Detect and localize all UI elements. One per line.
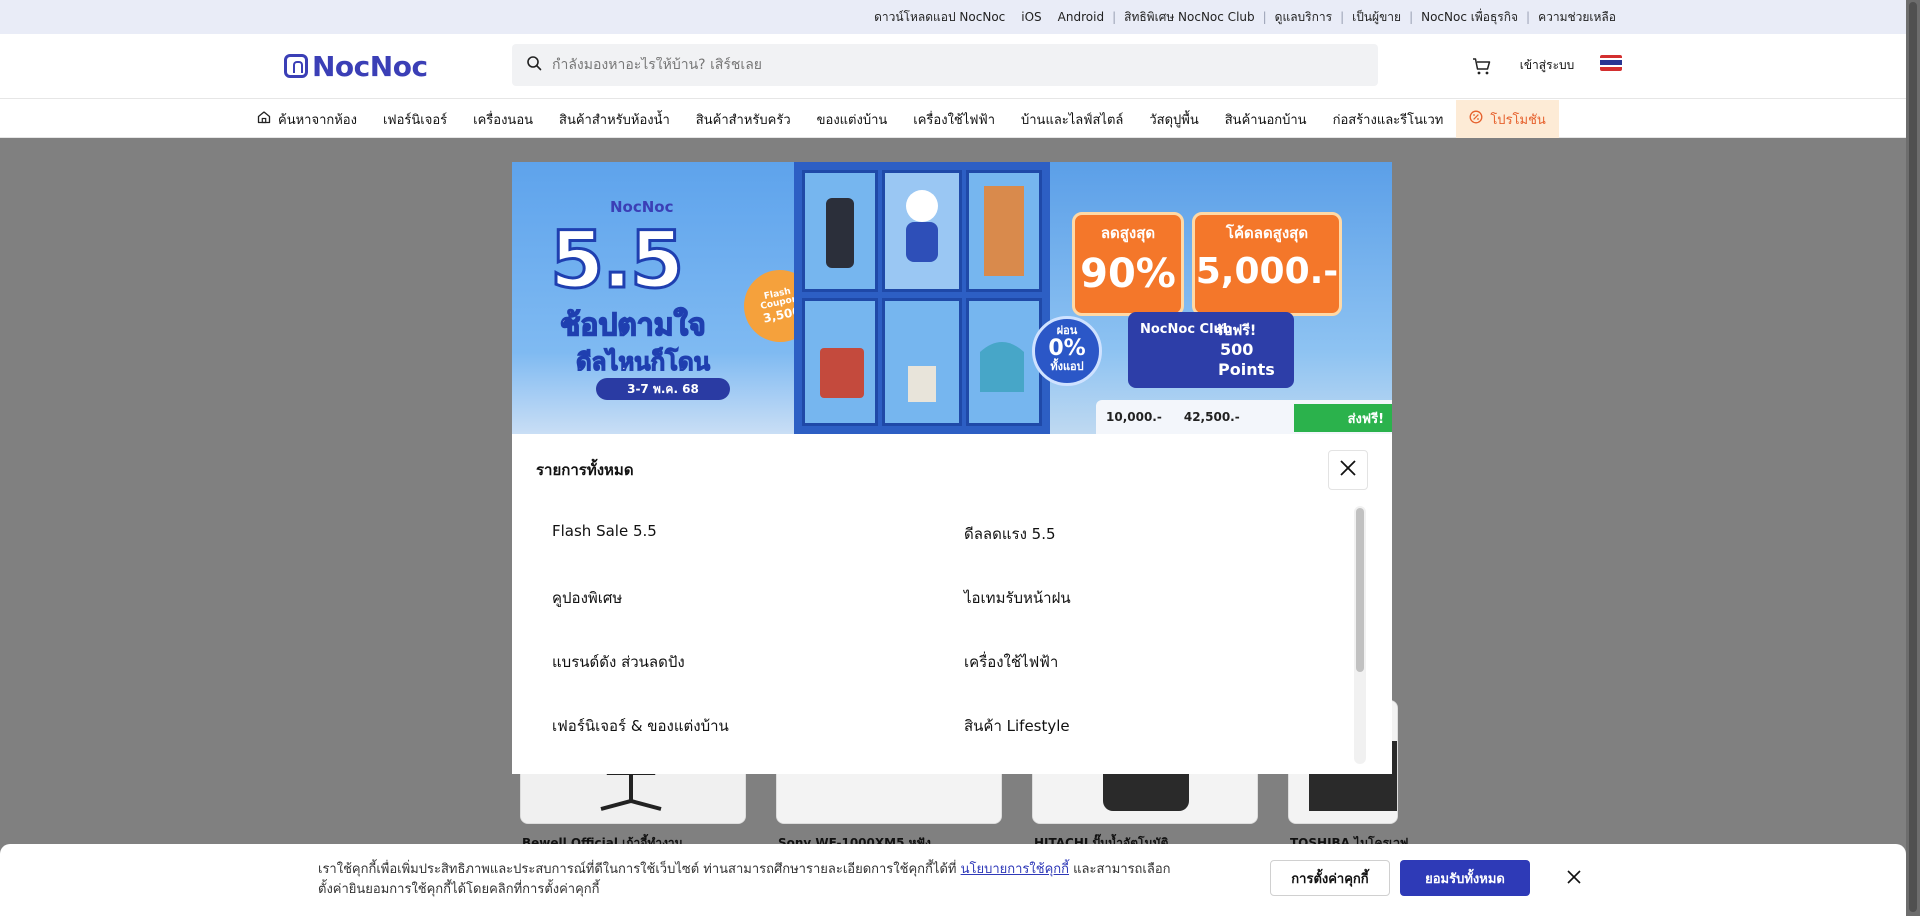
category-home-lifestyle[interactable]: บ้านและไลฟ์สไตล์ bbox=[1008, 100, 1136, 138]
category-nav: ค้นหาจากห้อง เฟอร์นิเจอร์ เครื่องนอน สิน… bbox=[0, 98, 1920, 138]
modal-title: รายการทั้งหมด bbox=[536, 461, 634, 479]
accept-all-cookies-button[interactable]: ยอมรับทั้งหมด bbox=[1400, 860, 1530, 896]
category-outdoor[interactable]: สินค้านอกบ้าน bbox=[1212, 100, 1320, 138]
search-icon[interactable] bbox=[526, 55, 542, 75]
cookie-consent-bar: เราใช้คุกกี้เพื่อเพิ่มประสิทธิภาพและประส… bbox=[0, 844, 1906, 916]
page-scrollbar[interactable] bbox=[1906, 0, 1920, 916]
help-link[interactable]: ความช่วยเหลือ bbox=[1530, 8, 1624, 27]
logo-text: NocNoc bbox=[312, 49, 428, 83]
promo-banner[interactable]: NocNoc 5.5 ช้อปตามใจ ดีลไหนก็โดน 3-7 พ.ค… bbox=[512, 162, 1392, 434]
club-badge: NocNoc Club รับฟรี! 500 Points bbox=[1128, 312, 1294, 388]
search-bar[interactable] bbox=[512, 44, 1378, 86]
category-construction[interactable]: ก่อสร้างและรีโนเวท bbox=[1320, 100, 1457, 138]
thai-flag-icon[interactable] bbox=[1600, 55, 1622, 71]
service-link[interactable]: ดูแลบริการ bbox=[1267, 8, 1340, 27]
free-shipping-badge: ส่งฟรี! bbox=[1294, 404, 1392, 432]
cart-icon[interactable] bbox=[1470, 54, 1494, 78]
cookie-settings-button[interactable]: การตั้งค่าคุกกี้ bbox=[1270, 860, 1390, 896]
cookie-policy-link[interactable]: นโยบายการใช้คุกกี้ bbox=[961, 862, 1069, 877]
banner-product-shelf bbox=[794, 162, 1050, 434]
promotion-icon bbox=[1469, 110, 1483, 128]
close-modal-button[interactable] bbox=[1328, 450, 1368, 490]
ios-link[interactable]: iOS bbox=[1013, 10, 1049, 24]
modal-scrollbar-thumb[interactable] bbox=[1356, 508, 1364, 672]
category-bathroom[interactable]: สินค้าสำหรับห้องน้ำ bbox=[546, 100, 683, 138]
modal-item-furniture-decor[interactable]: เฟอร์นิเจอร์ & ของแต่งบ้าน bbox=[552, 714, 729, 738]
category-label: โปรโมชัน bbox=[1490, 112, 1546, 128]
close-icon bbox=[1339, 459, 1357, 481]
close-icon bbox=[1567, 869, 1581, 888]
banner-subtagline: ดีลไหนก็โดน bbox=[575, 347, 711, 376]
modal-item-brands[interactable]: แบรนด์ดัง ส่วนลดปัง bbox=[552, 650, 685, 674]
become-seller-link[interactable]: เป็นผู้ขาย bbox=[1344, 8, 1409, 27]
installment-badge: ผ่อน 0% ทั้งแอป bbox=[1032, 316, 1102, 386]
home-icon bbox=[257, 110, 271, 128]
modal-item-deals[interactable]: ดีลลดแรง 5.5 bbox=[964, 522, 1056, 546]
page-scrollbar-thumb[interactable] bbox=[1909, 2, 1917, 912]
category-label: ค้นหาจากห้อง bbox=[278, 112, 357, 128]
site-header: NocNoc เข้าสู่ระบบ bbox=[0, 34, 1920, 98]
category-home-decor[interactable]: ของแต่งบ้าน bbox=[804, 100, 901, 138]
category-appliances[interactable]: เครื่องใช้ไฟฟ้า bbox=[900, 100, 1008, 138]
nocnoc-club-link[interactable]: สิทธิพิเศษ NocNoc Club bbox=[1116, 8, 1263, 27]
all-items-modal: รายการทั้งหมด Flash Sale 5.5 ดีลลดแรง 5.… bbox=[512, 434, 1392, 774]
modal-item-rainy-season[interactable]: ไอเทมรับหน้าฝน bbox=[964, 586, 1071, 610]
close-cookie-bar-button[interactable] bbox=[1560, 864, 1588, 892]
category-promotion[interactable]: โปรโมชัน bbox=[1456, 100, 1559, 138]
download-app-label: ดาวน์โหลดแอป NocNoc bbox=[874, 9, 1006, 24]
modal-item-lifestyle[interactable]: สินค้า Lifestyle bbox=[964, 714, 1070, 738]
utility-bar: ดาวน์โหลดแอป NocNoc iOS Android | สิทธิพ… bbox=[0, 0, 1920, 34]
search-input[interactable] bbox=[552, 57, 1332, 73]
banner-headline: 5.5 bbox=[548, 215, 685, 308]
category-flooring[interactable]: วัสดุปูพื้น bbox=[1136, 100, 1211, 138]
banner-date: 3-7 พ.ค. 68 bbox=[596, 378, 730, 400]
category-kitchen[interactable]: สินค้าสำหรับครัว bbox=[683, 100, 804, 138]
category-bedding[interactable]: เครื่องนอน bbox=[460, 100, 546, 138]
banner-furniture-art bbox=[820, 186, 1024, 402]
banner-brand: NocNoc bbox=[610, 198, 674, 216]
category-search-by-room[interactable]: ค้นหาจากห้อง bbox=[244, 100, 370, 138]
modal-scrollbar[interactable] bbox=[1354, 506, 1366, 764]
modal-item-flash-sale[interactable]: Flash Sale 5.5 bbox=[552, 522, 657, 540]
modal-item-appliances[interactable]: เครื่องใช้ไฟฟ้า bbox=[964, 650, 1058, 674]
nocnoc-logo[interactable]: NocNoc bbox=[284, 49, 428, 83]
max-code-badge: โค้ดลดสูงสุด 5,000.- bbox=[1192, 212, 1342, 316]
login-button[interactable]: เข้าสู่ระบบ bbox=[1508, 48, 1586, 82]
logo-icon bbox=[284, 54, 308, 78]
max-discount-badge: ลดสูงสุด 90% bbox=[1072, 212, 1184, 316]
modal-item-coupons[interactable]: คูปองพิเศษ bbox=[552, 586, 622, 610]
category-furniture[interactable]: เฟอร์นิเจอร์ bbox=[370, 100, 460, 138]
android-link[interactable]: Android bbox=[1050, 10, 1112, 24]
cookie-message: เราใช้คุกกี้เพื่อเพิ่มประสิทธิภาพและประส… bbox=[318, 862, 1171, 897]
business-link[interactable]: NocNoc เพื่อธุรกิจ bbox=[1413, 8, 1526, 27]
